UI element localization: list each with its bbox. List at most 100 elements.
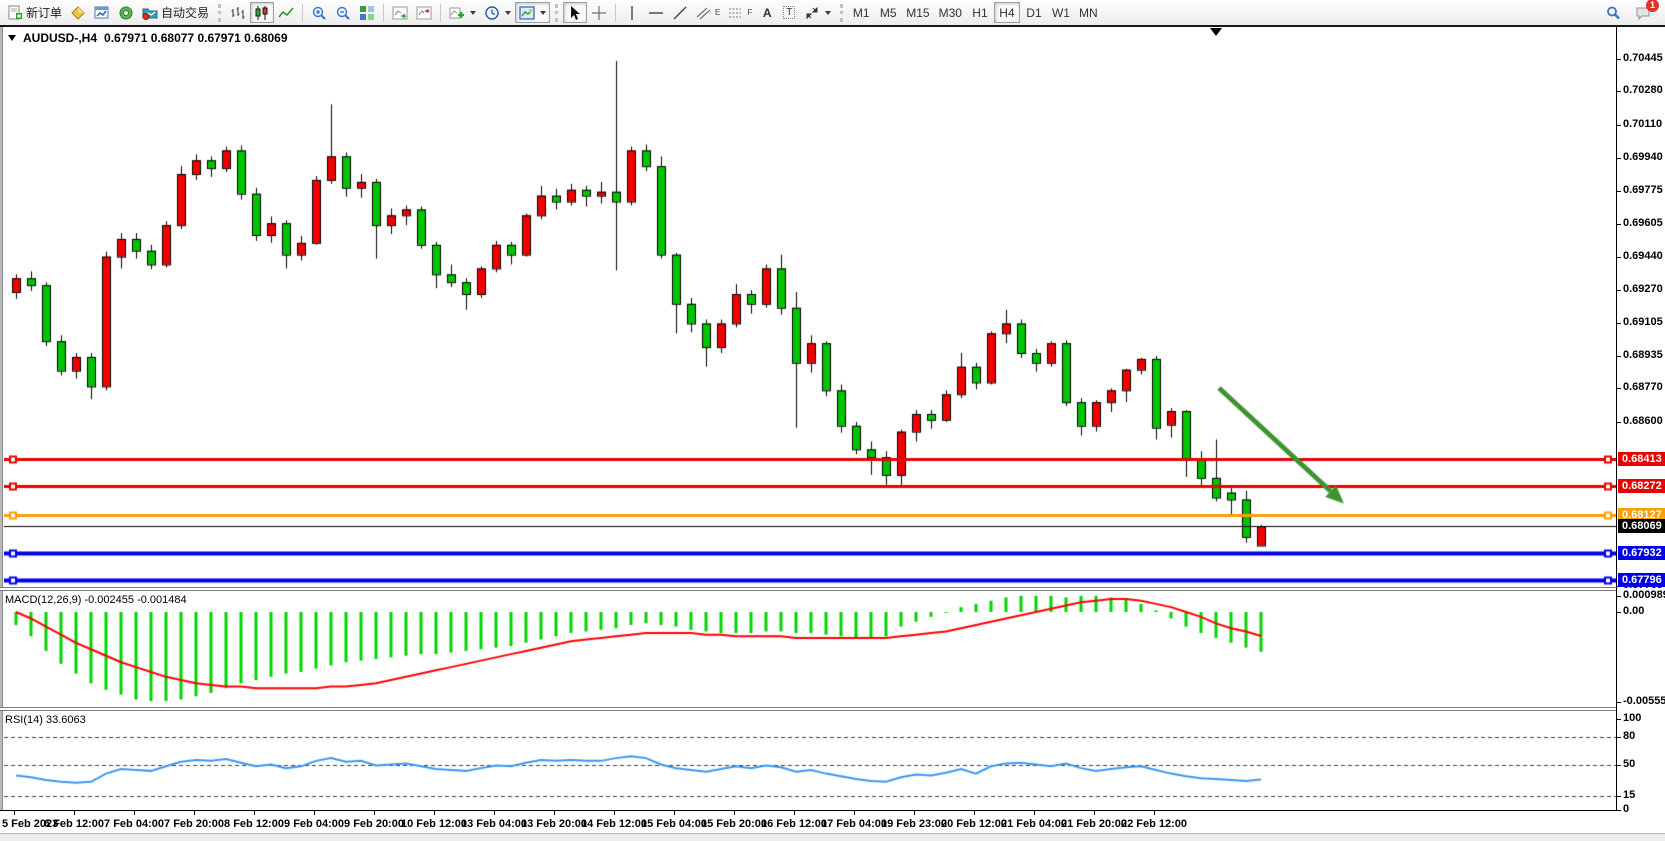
toolbar-grip: [840, 4, 843, 22]
tile-windows-button[interactable]: [355, 2, 379, 23]
price-line-tag: 0.68069: [1618, 519, 1665, 533]
chart-area: AUDUSD-,H4 0.67971 0.68077 0.67971 0.680…: [0, 27, 1665, 841]
timeframe-button-M5[interactable]: M5: [875, 2, 901, 23]
time-tick-label: 19 Feb 23:00: [881, 818, 947, 830]
vertical-line-tool-button[interactable]: [620, 2, 644, 23]
indicators-list-button[interactable]: [445, 2, 480, 23]
time-tick-label: 22 Feb 12:00: [1121, 818, 1187, 830]
time-tick-mark: [554, 811, 555, 815]
fibonacci-tool-letter: F: [747, 8, 752, 17]
time-tick-mark: [974, 811, 975, 815]
timeframe-button-M1[interactable]: M1: [848, 2, 874, 23]
text-tool-label: A: [763, 6, 772, 20]
time-tick-mark: [734, 811, 735, 815]
time-tick-label: 16 Feb 12:00: [761, 818, 827, 830]
time-tick-mark: [14, 811, 15, 815]
rsi-tick-label: 80: [1623, 730, 1635, 742]
price-tick-label: 0.70110: [1623, 118, 1662, 130]
zoom-in-button[interactable]: [307, 2, 331, 23]
price-tick-label: 0.69605: [1623, 217, 1663, 229]
profiles-button[interactable]: [66, 2, 90, 23]
chart-title-triangle-icon[interactable]: [8, 35, 16, 41]
candle-chart-icon: [254, 5, 270, 21]
time-tick-mark: [1094, 811, 1095, 815]
fibonacci-tool-button[interactable]: F: [724, 2, 756, 23]
dropdown-arrow-icon: [540, 11, 546, 15]
axis-tick-mark: [1616, 810, 1621, 811]
rsi-pane-canvas[interactable]: [4, 712, 1616, 810]
time-tick-label: 9 Feb 04:00: [284, 818, 344, 830]
axis-tick-mark: [1616, 612, 1621, 613]
timeframe-button-W1[interactable]: W1: [1048, 2, 1074, 23]
rsi-tick-label: 0: [1623, 803, 1629, 815]
price-tick-label: 0.70280: [1623, 84, 1663, 96]
navigator-button[interactable]: [114, 2, 138, 23]
time-axis[interactable]: 5 Feb 20236 Feb 12:007 Feb 04:007 Feb 20…: [0, 810, 1616, 833]
auto-trading-button[interactable]: 自动交易: [138, 2, 213, 23]
horizontal-line-tool-button[interactable]: [644, 2, 668, 23]
line-chart-button[interactable]: [274, 2, 298, 23]
timeframe-button-H4[interactable]: H4: [994, 2, 1020, 23]
time-tick-label: 7 Feb 20:00: [164, 818, 224, 830]
channel-tool-button[interactable]: E: [692, 2, 724, 23]
axis-tick-mark: [1616, 91, 1621, 92]
dropdown-arrow-icon: [505, 11, 511, 15]
axis-tick-mark: [1616, 224, 1621, 225]
crosshair-tool-button[interactable]: [587, 2, 611, 23]
time-tick-label: 14 Feb 12:00: [581, 818, 647, 830]
timeframe-button-M15[interactable]: M15: [902, 2, 933, 23]
zoom-out-icon: [335, 5, 351, 21]
axis-tick-mark: [1616, 323, 1621, 324]
zoom-out-button[interactable]: [331, 2, 355, 23]
autoscroll-button[interactable]: [388, 2, 412, 23]
timeframe-button-H1[interactable]: H1: [967, 2, 993, 23]
search-button[interactable]: [1601, 2, 1625, 23]
macd-pane-canvas[interactable]: [4, 592, 1616, 707]
fibonacci-icon: [728, 5, 744, 21]
axis-tick-mark: [1616, 388, 1621, 389]
tile-windows-icon: [359, 5, 375, 21]
macd-indicator-label: MACD(12,26,9) -0.002455 -0.001484: [5, 594, 187, 606]
label-tool-button[interactable]: T: [778, 2, 800, 23]
chart-symbol-label: AUDUSD-,H4: [23, 31, 97, 45]
pane-divider[interactable]: [0, 707, 1616, 711]
new-order-button[interactable]: 新订单: [3, 2, 66, 23]
chart-shift-button[interactable]: [412, 2, 436, 23]
rsi-tick-label: 50: [1623, 758, 1635, 770]
notifications-button[interactable]: 1: [1631, 2, 1655, 23]
crosshair-icon: [591, 5, 607, 21]
cursor-tool-button[interactable]: [563, 2, 587, 23]
candle-chart-button[interactable]: [250, 2, 274, 23]
axis-tick-mark: [1616, 158, 1621, 159]
text-tool-button[interactable]: A: [756, 2, 778, 23]
price-line-tag: 0.68413: [1618, 452, 1665, 466]
axis-tick-mark: [1616, 125, 1621, 126]
arrows-icon: [804, 5, 820, 21]
arrows-tool-button[interactable]: [800, 2, 835, 23]
axis-tick-mark: [1616, 356, 1621, 357]
dropdown-arrow-icon: [470, 11, 476, 15]
axis-tick-mark: [1616, 719, 1621, 720]
timeframe-button-D1[interactable]: D1: [1021, 2, 1047, 23]
price-axis-border: [1616, 27, 1617, 810]
pane-divider[interactable]: [0, 587, 1616, 591]
axis-tick-mark: [1616, 702, 1621, 703]
bar-chart-button[interactable]: [226, 2, 250, 23]
time-tick-mark: [794, 811, 795, 815]
axis-tick-mark: [1616, 191, 1621, 192]
trendline-tool-button[interactable]: [668, 2, 692, 23]
timeframe-button-MN[interactable]: MN: [1075, 2, 1102, 23]
periods-button[interactable]: [480, 2, 515, 23]
timeframe-button-M30[interactable]: M30: [935, 2, 966, 23]
channel-tool-letter: E: [715, 8, 720, 17]
price-chart-canvas[interactable]: [4, 27, 1616, 587]
templates-button[interactable]: [515, 2, 550, 23]
toolbar-separator: [383, 4, 384, 22]
time-tick-mark: [134, 811, 135, 815]
market-watch-button[interactable]: [90, 2, 114, 23]
toolbar-separator: [302, 4, 303, 22]
market-watch-icon: [94, 5, 110, 21]
price-line-tag: 0.68272: [1618, 479, 1665, 493]
price-tick-label: 0.68935: [1623, 349, 1663, 361]
label-tool-label: T: [783, 6, 795, 19]
